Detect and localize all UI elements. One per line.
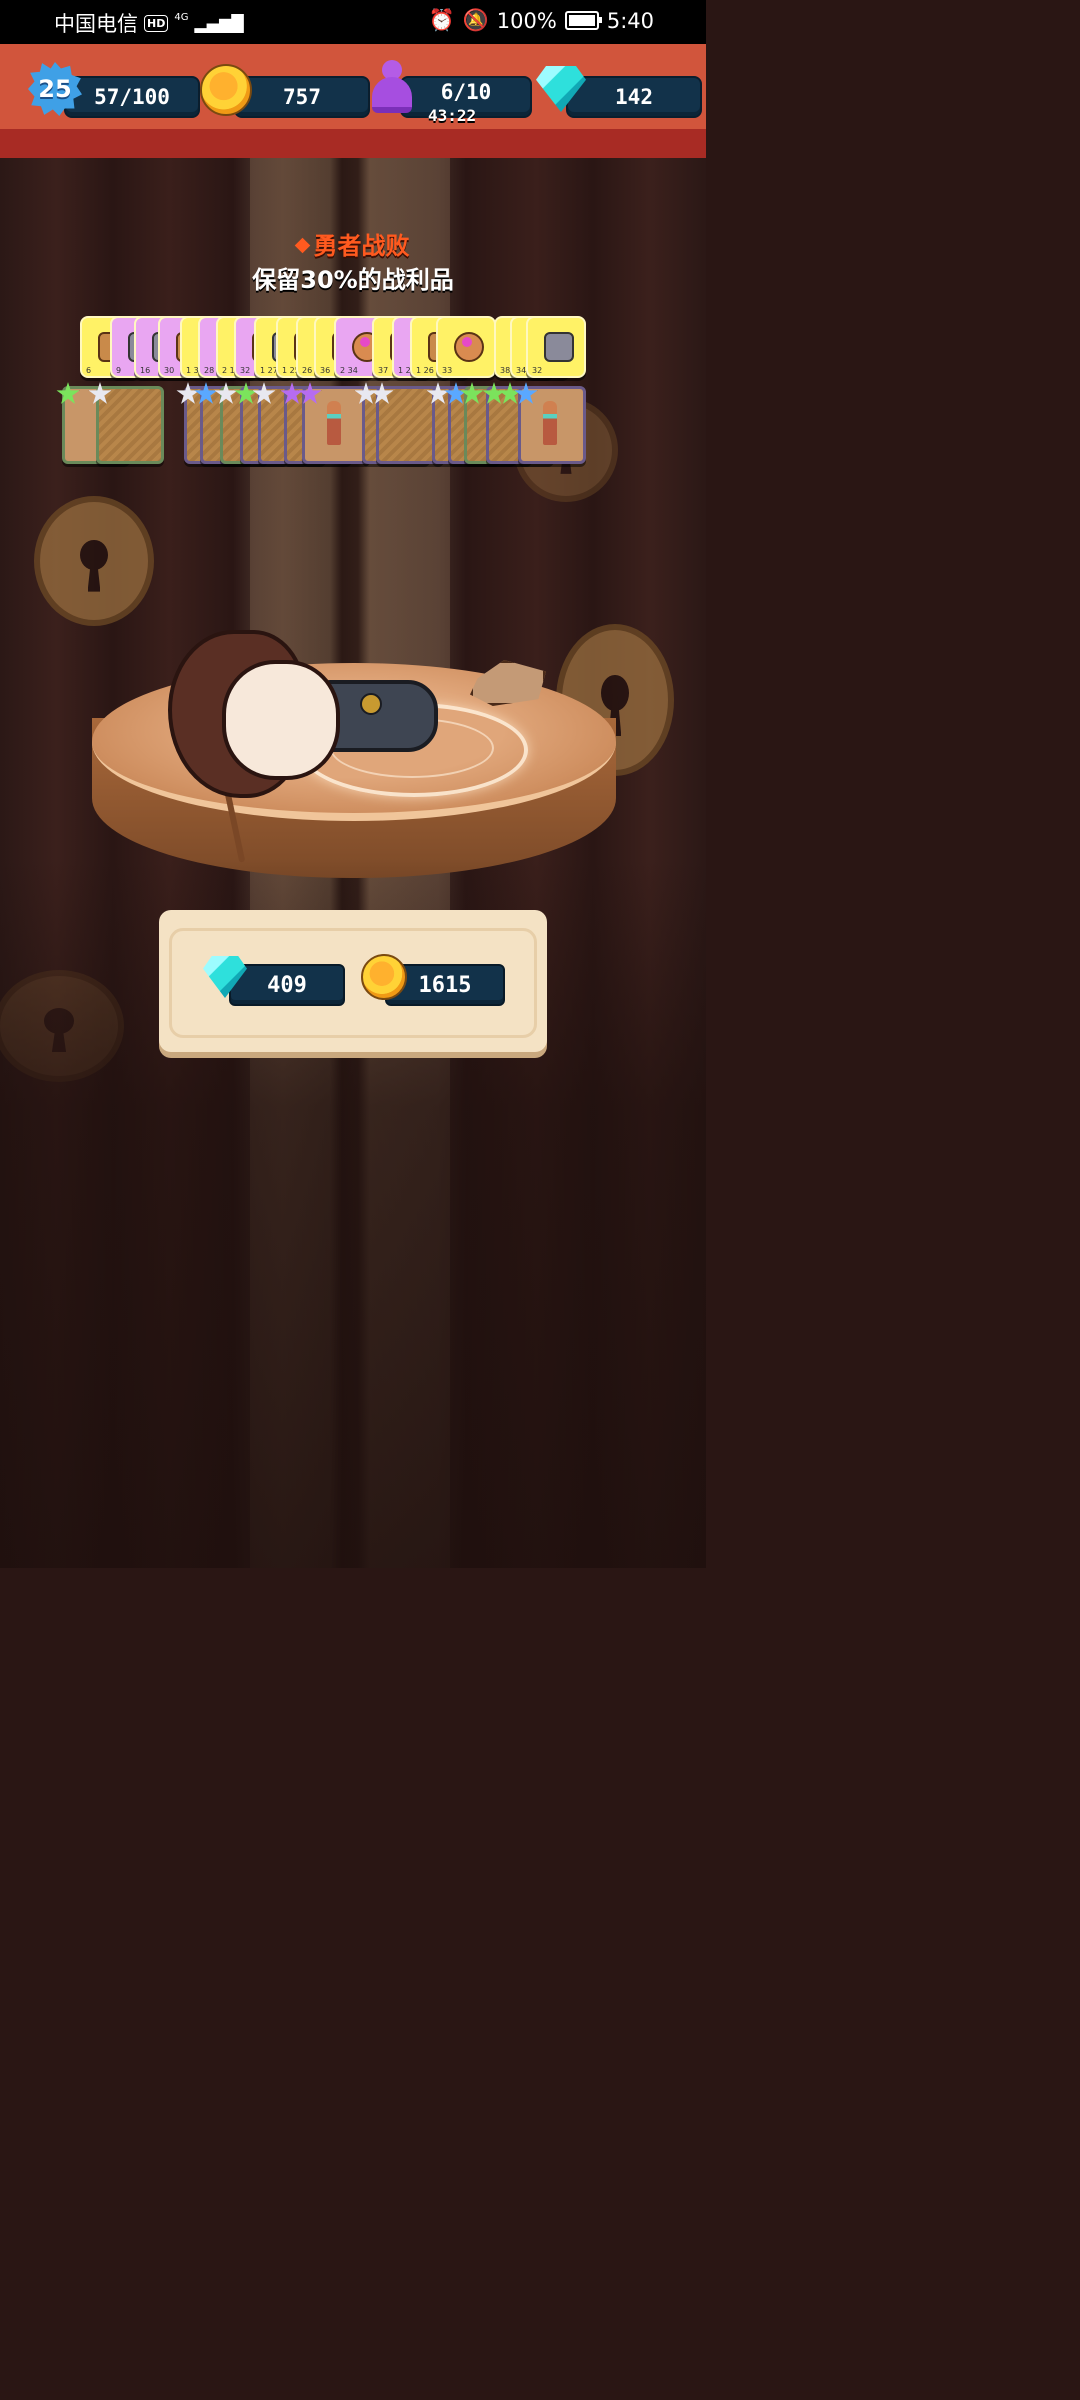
gem-reward-counter: 409	[229, 964, 345, 1006]
loot-card-number: 38	[500, 366, 511, 375]
loot-card-number: 16	[140, 366, 151, 375]
fallen-hero-face	[222, 660, 340, 780]
loot-card-number: 9	[116, 366, 122, 375]
alarm-icon: ⏰	[428, 8, 455, 32]
coin-counter: 757	[234, 76, 370, 118]
gem-counter: 142	[566, 76, 702, 118]
battery-icon	[564, 11, 602, 30]
network-type-label: 4G	[174, 11, 189, 23]
clock: 5:40	[606, 8, 654, 33]
xp-counter: 57/100	[64, 76, 200, 118]
loot-card-number: 37	[378, 366, 389, 375]
loot-card-number: 1 26	[416, 366, 434, 375]
loot-card-number: 34	[516, 366, 527, 375]
signal-icon: ▂▄▆█	[194, 13, 244, 33]
loot-card-number: 2 1	[222, 366, 235, 375]
defeat-scene: 勇者战败 保留30%的战利品 6 9 16 30 1 30 28 2 1 32 …	[0, 158, 706, 1568]
keyhole-decoration-icon	[34, 496, 154, 626]
level-badge-icon: 25	[28, 62, 82, 116]
loot-card: 33	[436, 316, 496, 378]
loot-card-number: 32	[240, 366, 251, 375]
rock-icon	[470, 660, 546, 706]
carrier-label: 中国电信	[54, 12, 138, 36]
top-hud: 57/100 25 757 6/10 43:22 142	[0, 44, 706, 158]
battery-percent: 100%	[496, 8, 557, 33]
diamond-icon	[294, 237, 310, 254]
loot-card-number: 2 34	[340, 366, 358, 375]
status-left: 中国电信 HD 4G ▂▄▆█	[54, 8, 244, 38]
status-right: ⏰ 🔕 100% 5:40	[428, 8, 654, 33]
pawn-icon	[370, 60, 414, 116]
hd-icon: HD	[144, 14, 169, 32]
loot-card-number: 33	[442, 366, 453, 375]
loot-item-icon	[454, 332, 484, 362]
loot-card-number: 30	[164, 366, 175, 375]
energy-timer: 43:22	[428, 106, 477, 125]
totem-icon	[543, 401, 557, 445]
loot-kept-subtitle: 保留30%的战利品	[252, 266, 454, 294]
hero-belt	[360, 693, 382, 715]
loot-item-icon	[544, 332, 574, 362]
coin-icon	[361, 954, 407, 1000]
defeat-title-text: 勇者战败	[313, 232, 410, 260]
reward-panel: 409 1615	[159, 910, 547, 1052]
loot-card-number: 28	[204, 366, 215, 375]
loot-tile	[96, 386, 164, 464]
energy-value: 6/10	[440, 80, 492, 104]
loot-card-number: 6	[86, 366, 92, 375]
loot-card-number: 32	[532, 366, 543, 375]
mute-icon: 🔕	[462, 8, 489, 32]
defeat-title: 勇者战败	[0, 226, 706, 261]
status-bar: 中国电信 HD 4G ▂▄▆█ ⏰ 🔕 100% 5:40	[0, 0, 706, 44]
loot-card: 32	[526, 316, 586, 378]
loot-card-number: 36	[320, 366, 331, 375]
totem-icon	[327, 401, 341, 445]
coin-icon	[200, 64, 252, 116]
loot-card-number: 26	[302, 366, 313, 375]
